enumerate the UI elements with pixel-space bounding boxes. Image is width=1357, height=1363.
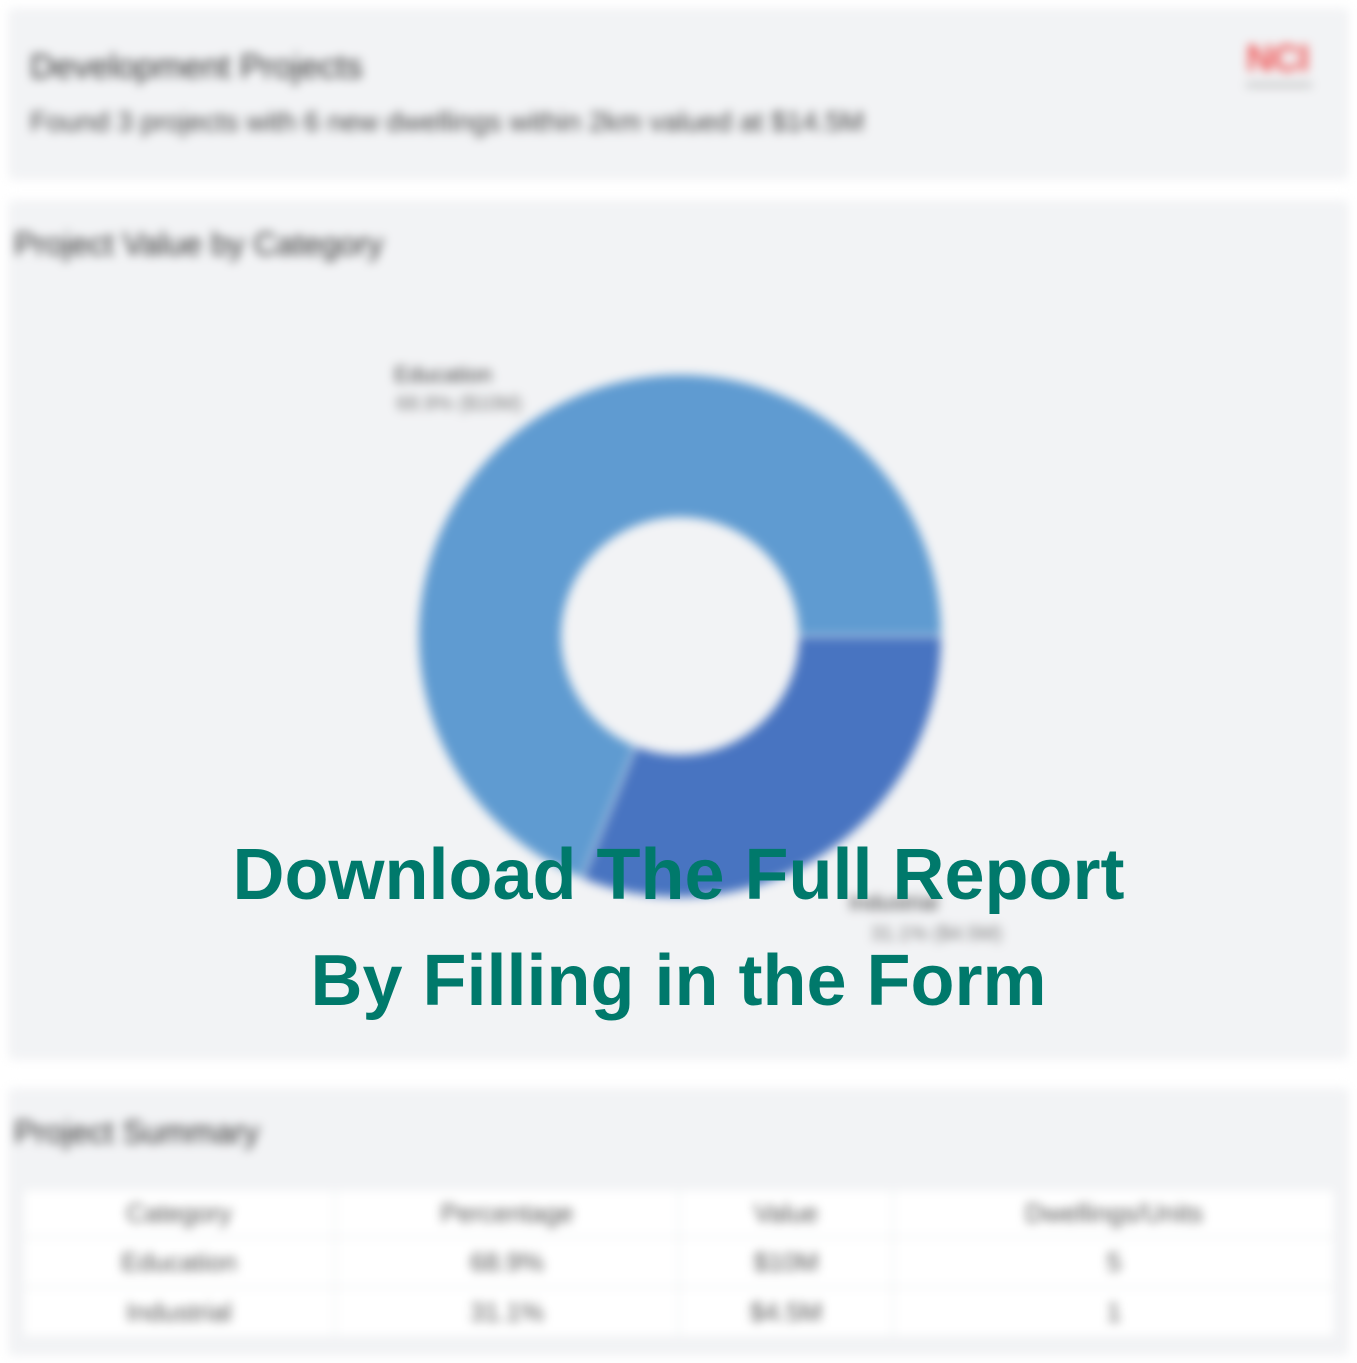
- summary-title: Project Summary: [14, 1114, 260, 1150]
- table-cell: 5: [892, 1236, 1336, 1288]
- table-cell: Industrial: [22, 1286, 336, 1338]
- summary-table: Category Percentage Value Dwellings/Unit…: [22, 1188, 1336, 1338]
- slice-label-detail: 68.9% ($10M): [396, 393, 522, 415]
- table-row: Education 68.9% $10M 5: [22, 1236, 1336, 1288]
- slice-label-name: Education: [394, 362, 492, 387]
- table-cell: 31.1%: [334, 1286, 680, 1338]
- table-row: Industrial 31.1% $4.5M 1: [22, 1286, 1336, 1338]
- blurred-report: Development Projects Found 3 projects wi…: [0, 0, 1357, 1363]
- table-cell: 68.9%: [334, 1236, 680, 1288]
- table-cell: $10M: [678, 1236, 894, 1288]
- table-header-row: Category Percentage Value Dwellings/Unit…: [22, 1188, 1336, 1238]
- download-report-heading: Download The Full Report: [232, 835, 1125, 915]
- table-cell: Education: [22, 1236, 336, 1288]
- column-header: Value: [678, 1188, 894, 1238]
- column-header: Dwellings/Units: [892, 1188, 1336, 1238]
- fill-form-heading: By Filling in the Form: [310, 941, 1047, 1021]
- column-header: Category: [22, 1188, 336, 1238]
- table-cell: 1: [892, 1286, 1336, 1338]
- table-cell: $4.5M: [678, 1286, 894, 1338]
- column-header: Percentage: [334, 1188, 680, 1238]
